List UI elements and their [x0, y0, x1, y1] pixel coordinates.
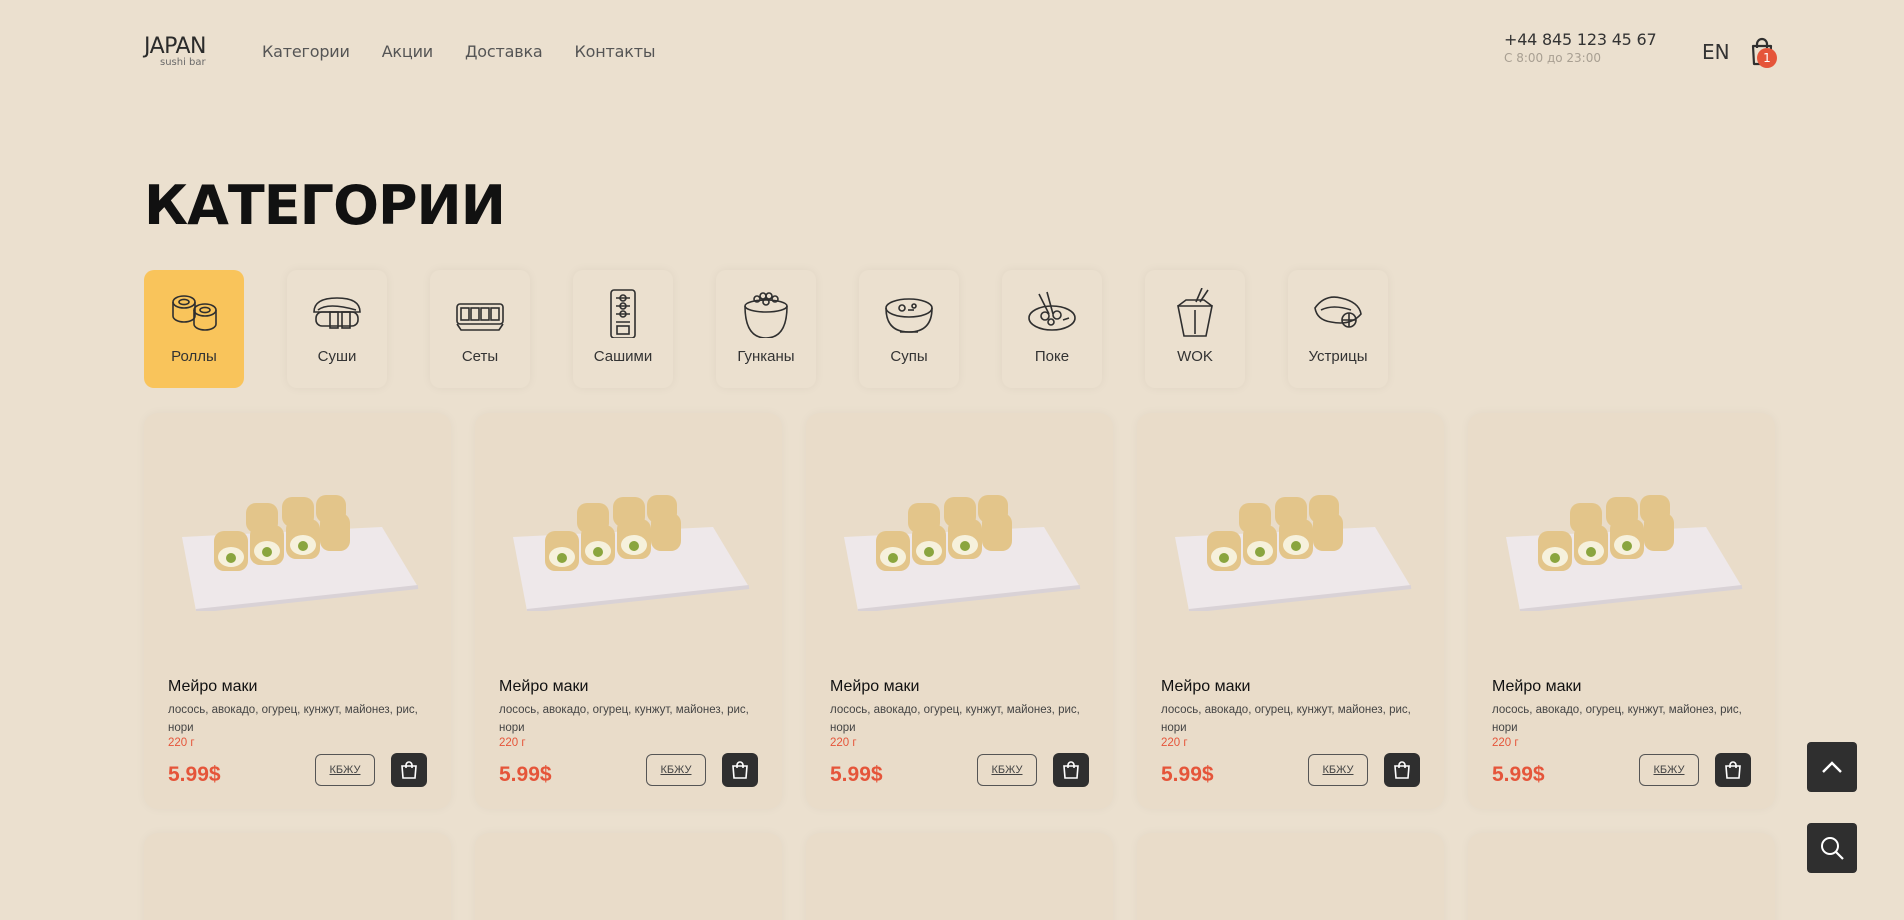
category-poke[interactable]: Поке [1002, 270, 1102, 388]
product-image [1506, 495, 1743, 611]
category-sushi[interactable]: Суши [287, 270, 387, 388]
product-description: лосось, авокадо, огурец, кунжут, майонез… [1161, 704, 1411, 734]
sashimi-icon [610, 289, 636, 338]
product-card[interactable] [475, 833, 782, 920]
category-rolls[interactable]: Роллы [144, 270, 244, 388]
product-weight: 220 г [1492, 737, 1519, 749]
nutrition-button[interactable]: КБЖУ [1308, 754, 1368, 786]
add-to-cart-button[interactable] [1715, 753, 1751, 787]
cart-count-badge: 1 [1757, 48, 1777, 68]
product-card[interactable] [806, 833, 1113, 920]
working-hours: С 8:00 до 23:00 [1504, 51, 1601, 65]
search-button[interactable] [1807, 823, 1857, 873]
category-sets[interactable]: Сеты [430, 270, 530, 388]
product-weight: 220 г [1161, 737, 1188, 749]
product-price: 5.99$ [168, 763, 221, 786]
shopping-bag-icon [1394, 761, 1410, 779]
product-description: лосось, авокадо, огурец, кунжут, майонез… [1492, 704, 1742, 734]
header: JAPAN sushi bar Категории Акции Доставка… [0, 0, 1904, 104]
product-card[interactable] [1137, 833, 1444, 920]
gunkan-icon [744, 292, 788, 338]
nav-link-delivery[interactable]: Доставка [465, 42, 543, 61]
rolls-icon [172, 295, 217, 331]
page-title: КАТЕГОРИИ [144, 174, 506, 237]
product-card[interactable]: Мейро маки лосось, авокадо, огурец, кунж… [1137, 413, 1444, 809]
category-label: Суши [317, 348, 357, 365]
product-title: Мейро маки [168, 678, 258, 695]
product-card[interactable]: Мейро маки лосось, авокадо, огурец, кунж… [806, 413, 1113, 809]
logo-main: JAPAN [144, 34, 207, 59]
product-card[interactable] [1468, 833, 1775, 920]
category-soups[interactable]: Супы [859, 270, 959, 388]
phone-number[interactable]: +44 845 123 45 67 [1504, 30, 1657, 49]
nutrition-button[interactable]: КБЖУ [977, 754, 1037, 786]
category-label: Сеты [461, 348, 499, 365]
product-grid: Мейро маки лосось, авокадо, огурец, кунж… [144, 413, 1775, 809]
oysters-icon [1314, 296, 1362, 328]
product-title: Мейро маки [1492, 678, 1582, 695]
product-image [182, 495, 419, 611]
category-list: Роллы Суши Сеты Сашими Гунканы Супы Поке… [144, 270, 1388, 388]
add-to-cart-button[interactable] [1053, 753, 1089, 787]
product-price: 5.99$ [499, 763, 552, 786]
main-nav: Категории Акции Доставка Контакты [262, 42, 655, 61]
nav-link-categories[interactable]: Категории [262, 42, 350, 61]
logo-sub: sushi bar [160, 57, 206, 68]
product-description: лосось, авокадо, огурец, кунжут, майонез… [168, 704, 418, 734]
category-label: Роллы [171, 348, 217, 365]
nav-link-promotions[interactable]: Акции [382, 42, 434, 61]
category-label: WOK [1177, 348, 1213, 365]
category-label: Гунканы [737, 348, 795, 365]
product-title: Мейро маки [1161, 678, 1251, 695]
shopping-bag-icon [1725, 761, 1741, 779]
shopping-bag-icon [401, 761, 417, 779]
category-gunkan[interactable]: Гунканы [716, 270, 816, 388]
product-card[interactable] [144, 833, 451, 920]
product-description: лосось, авокадо, огурец, кунжут, майонез… [830, 704, 1080, 734]
product-card[interactable]: Мейро маки лосось, авокадо, огурец, кунж… [1468, 413, 1775, 809]
scroll-up-icon [1822, 761, 1842, 773]
poke-icon [1028, 291, 1076, 331]
shopping-bag-icon [732, 761, 748, 779]
product-image [513, 495, 750, 611]
nutrition-button[interactable]: КБЖУ [646, 754, 706, 786]
product-card[interactable]: Мейро маки лосось, авокадо, огурец, кунж… [144, 413, 451, 809]
product-title: Мейро маки [499, 678, 589, 695]
product-price: 5.99$ [830, 763, 883, 786]
sushi-icon [313, 297, 361, 329]
search-icon [1821, 837, 1844, 860]
add-to-cart-button[interactable] [1384, 753, 1420, 787]
category-label: Устрицы [1308, 348, 1368, 365]
category-wok[interactable]: WOK [1145, 270, 1245, 388]
language-switch[interactable]: EN [1702, 40, 1730, 64]
product-weight: 220 г [168, 737, 195, 749]
add-to-cart-button[interactable] [391, 753, 427, 787]
shopping-bag-icon [1063, 761, 1079, 779]
soup-icon [885, 298, 933, 333]
logo[interactable]: JAPAN sushi bar [144, 36, 214, 72]
product-weight: 220 г [830, 737, 857, 749]
category-label: Сашими [593, 348, 653, 365]
product-weight: 220 г [499, 737, 526, 749]
category-sashimi[interactable]: Сашими [573, 270, 673, 388]
product-grid-next-row [144, 833, 1775, 920]
product-image [1175, 495, 1412, 611]
product-description: лосось, авокадо, огурец, кунжут, майонез… [499, 704, 749, 734]
wok-icon [1177, 288, 1213, 337]
product-image [844, 495, 1081, 611]
category-label: Супы [890, 348, 928, 365]
phone-block: +44 845 123 45 67 С 8:00 до 23:00 [1504, 30, 1657, 65]
category-label: Поке [1034, 348, 1070, 365]
product-price: 5.99$ [1161, 763, 1214, 786]
product-card[interactable]: Мейро маки лосось, авокадо, огурец, кунж… [475, 413, 782, 809]
add-to-cart-button[interactable] [722, 753, 758, 787]
category-oysters[interactable]: Устрицы [1288, 270, 1388, 388]
product-title: Мейро маки [830, 678, 920, 695]
nutrition-button[interactable]: КБЖУ [315, 754, 375, 786]
product-price: 5.99$ [1492, 763, 1545, 786]
sets-icon [456, 303, 504, 331]
nutrition-button[interactable]: КБЖУ [1639, 754, 1699, 786]
nav-link-contacts[interactable]: Контакты [575, 42, 656, 61]
scroll-to-top-button[interactable] [1807, 742, 1857, 792]
